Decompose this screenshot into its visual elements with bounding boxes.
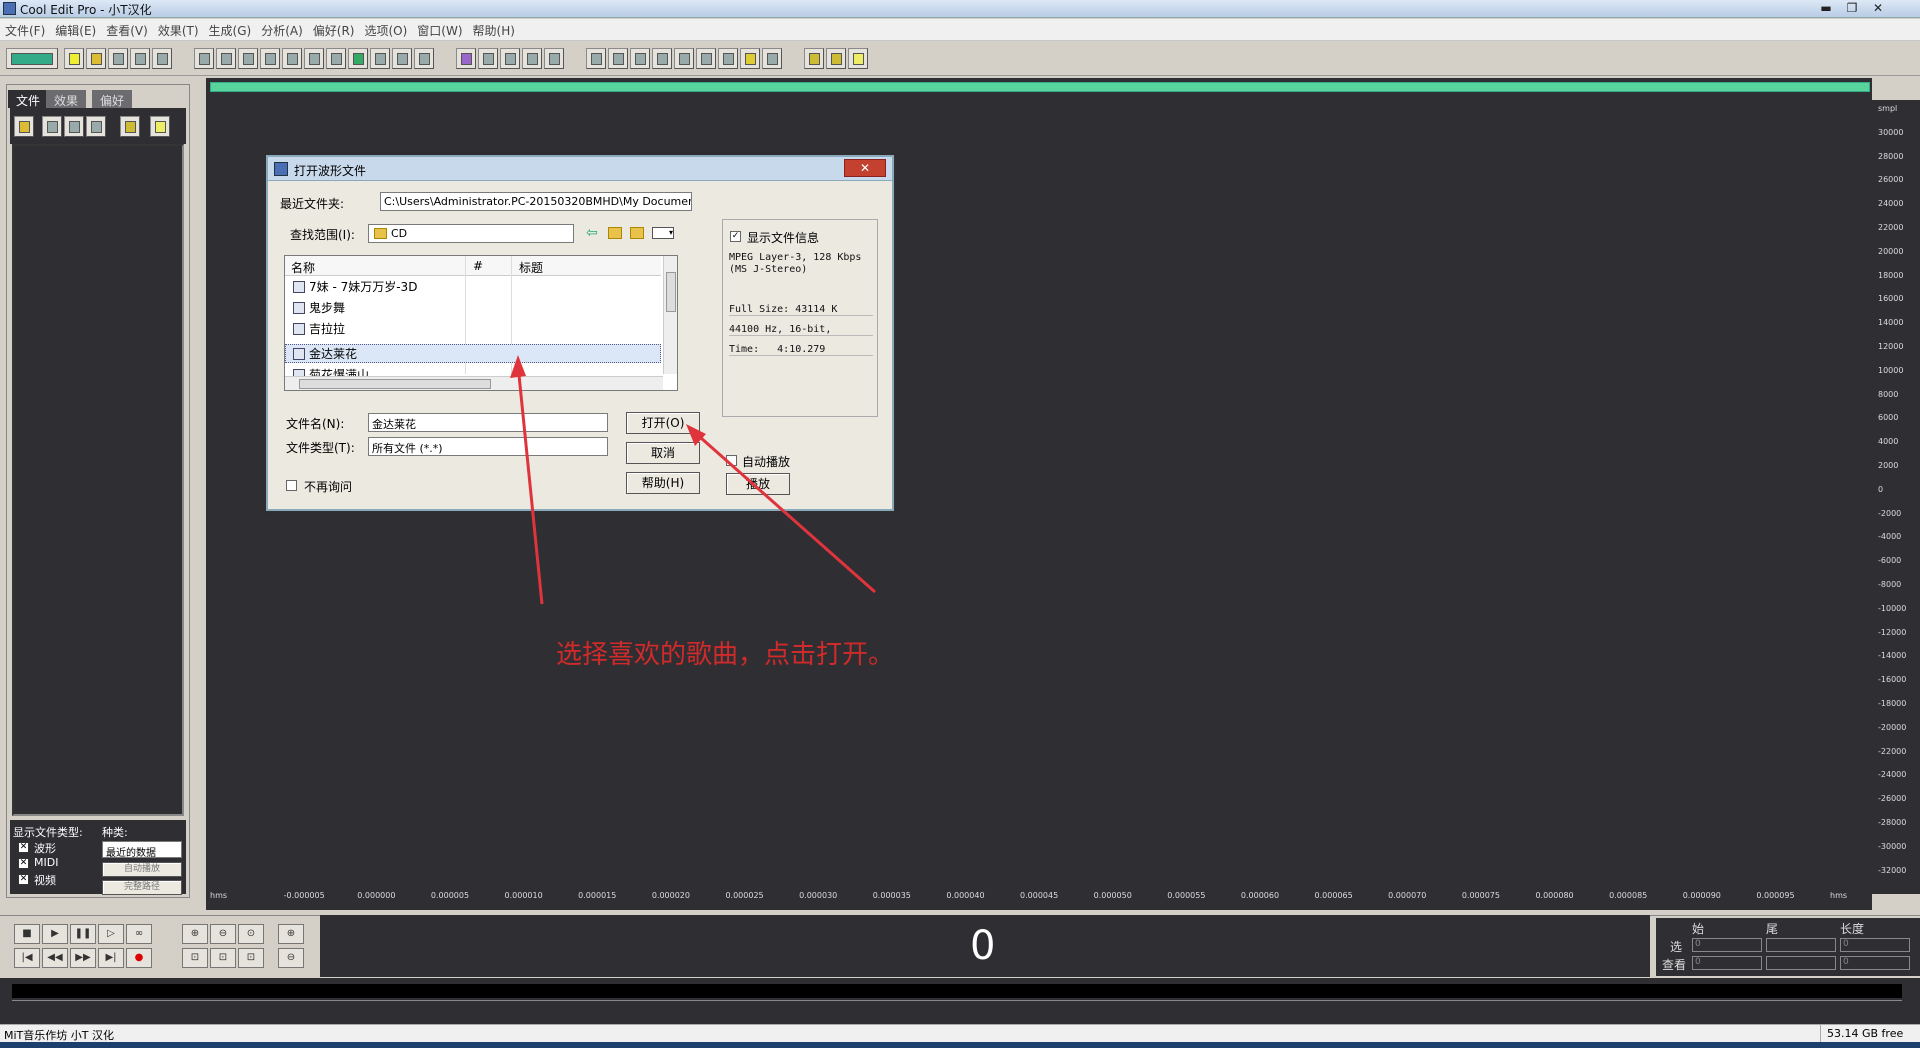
zoom-selection-icon[interactable]: ⊡ bbox=[238, 948, 264, 968]
zoom-in-icon[interactable]: ⊕ bbox=[182, 924, 208, 944]
go-to-start-icon[interactable]: |◀ bbox=[14, 948, 40, 968]
view-start-field[interactable]: 0 bbox=[1692, 956, 1762, 970]
level-meter bbox=[0, 978, 1920, 1024]
selection-panel: 始 尾 长度 选 查看 0 0 0 0 bbox=[1656, 918, 1920, 976]
go-to-end-icon[interactable]: ▶| bbox=[98, 948, 124, 968]
loop-icon[interactable]: ∞ bbox=[126, 924, 152, 944]
rewind-icon[interactable]: ◀◀ bbox=[42, 948, 68, 968]
zoom-out-icon[interactable]: ⊖ bbox=[210, 924, 236, 944]
zoom-left-icon[interactable]: ⊡ bbox=[182, 948, 208, 968]
status-bar: MiT音乐作坊 小T 汉化 53.14 GB free bbox=[0, 1024, 1920, 1042]
view-end-field[interactable] bbox=[1766, 956, 1836, 970]
status-text: MiT音乐作坊 小T 汉化 bbox=[4, 1029, 114, 1042]
zoom-full-icon[interactable]: ⊙ bbox=[238, 924, 264, 944]
selection-start-label: 始 bbox=[1692, 922, 1705, 936]
selection-end-label: 尾 bbox=[1766, 922, 1779, 936]
sel-end-field[interactable] bbox=[1766, 938, 1836, 952]
time-counter: 0 bbox=[320, 915, 1650, 977]
zoom-right-icon[interactable]: ⊡ bbox=[210, 948, 236, 968]
disk-space: 53.14 GB free bbox=[1820, 1025, 1918, 1042]
fast-forward-icon[interactable]: ▶▶ bbox=[70, 948, 96, 968]
sel-length-field[interactable]: 0 bbox=[1840, 938, 1910, 952]
time-counter-value: 0 bbox=[970, 923, 996, 969]
selection-row-label: 选 bbox=[1670, 940, 1683, 954]
play-icon[interactable]: ▶ bbox=[42, 924, 68, 944]
view-length-field[interactable]: 0 bbox=[1840, 956, 1910, 970]
play-to-end-icon[interactable]: ▷ bbox=[98, 924, 124, 944]
zoom-vertical-out-icon[interactable]: ⊖ bbox=[278, 948, 304, 968]
record-icon[interactable]: ● bbox=[126, 948, 152, 968]
view-row-label: 查看 bbox=[1662, 958, 1687, 972]
zoom-vertical-in-icon[interactable]: ⊕ bbox=[278, 924, 304, 944]
annotation-text: 选择喜欢的歌曲，点击打开。 bbox=[556, 640, 895, 670]
sel-start-field[interactable]: 0 bbox=[1692, 938, 1762, 952]
selection-length-label: 长度 bbox=[1840, 922, 1865, 936]
stop-icon[interactable]: ■ bbox=[14, 924, 40, 944]
annotation-arrows bbox=[510, 355, 876, 605]
pause-icon[interactable]: ❚❚ bbox=[70, 924, 96, 944]
taskbar bbox=[0, 1042, 1920, 1048]
